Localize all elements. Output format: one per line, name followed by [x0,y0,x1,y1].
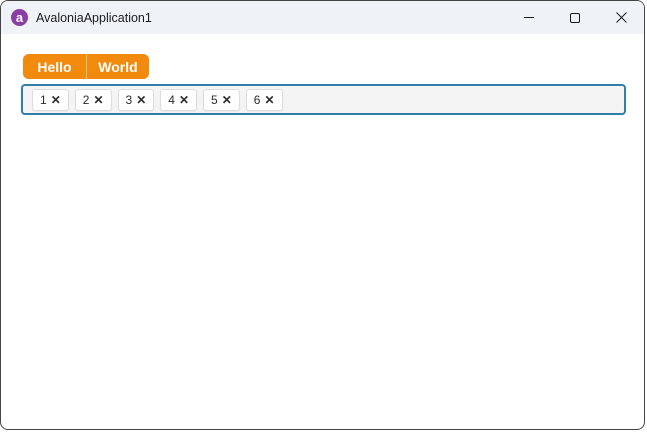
close-icon [615,12,627,23]
tag-remove-icon[interactable]: ✕ [51,94,61,106]
hello-button[interactable]: Hello [23,54,86,79]
avalonia-logo-icon: a [11,9,28,26]
tag-item: 6 ✕ [245,88,283,111]
tag-remove-icon[interactable]: ✕ [222,94,232,106]
tag-remove-icon[interactable]: ✕ [179,94,189,106]
title-bar[interactable]: a AvaloniaApplication1 [1,1,644,34]
tag-label: 1 [40,92,47,107]
tag-remove-icon[interactable]: ✕ [136,94,146,106]
tag-item: 3 ✕ [117,88,155,111]
tag-label: 5 [211,92,218,107]
app-window: a AvaloniaApplication1 Hello World 1 ✕ 2… [0,0,645,430]
maximize-icon [570,12,580,23]
tag-item: 2 ✕ [74,88,112,111]
close-button[interactable] [598,1,644,34]
minimize-icon [524,17,534,18]
tag-label: 6 [253,92,261,107]
tag-label: 3 [125,92,133,107]
content-area: Hello World 1 ✕ 2 ✕ 3 ✕ 4 ✕ 5 ✕ 6 ✕ [1,34,644,115]
world-button[interactable]: World [86,54,149,79]
tag-label: 2 [82,92,90,107]
window-title: AvaloniaApplication1 [36,10,152,25]
hello-world-split-button: Hello World [23,54,149,79]
tag-item: 1 ✕ [32,88,69,111]
avalonia-logo-letter: a [15,10,24,25]
tag-item: 5 ✕ [203,88,240,111]
tags-input[interactable]: 1 ✕ 2 ✕ 3 ✕ 4 ✕ 5 ✕ 6 ✕ [21,84,626,115]
maximize-button[interactable] [552,1,598,34]
tag-label: 4 [168,92,175,107]
tag-item: 4 ✕ [160,88,197,111]
tag-remove-icon[interactable]: ✕ [93,94,103,106]
minimize-button[interactable] [506,1,552,34]
tag-remove-icon[interactable]: ✕ [264,94,274,106]
